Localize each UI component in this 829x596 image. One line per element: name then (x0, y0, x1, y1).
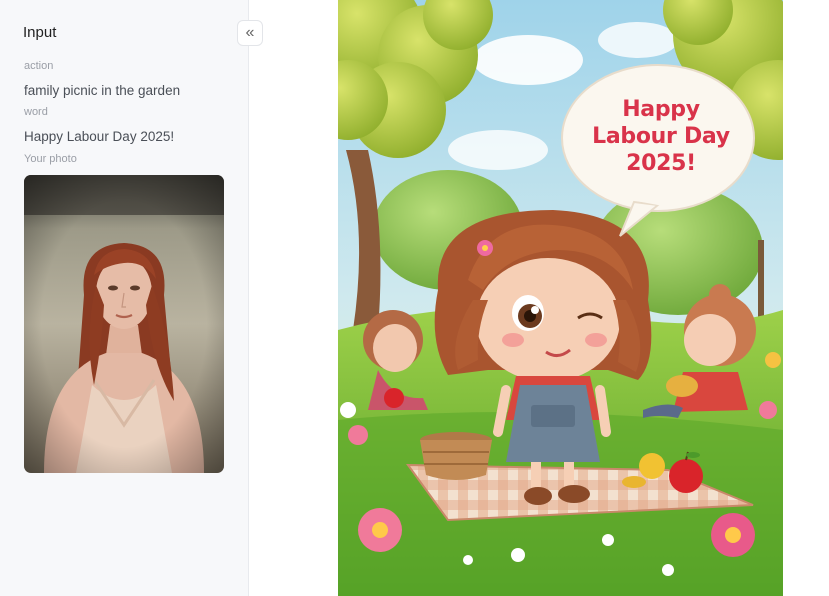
action-value: family picnic in the garden (24, 83, 181, 98)
bubble-line-1: Happy (622, 97, 700, 122)
input-sidebar: Input action family picnic in the garden… (0, 0, 249, 596)
bubble-line-2: Labour Day (592, 124, 730, 149)
word-value: Happy Labour Day 2025! (24, 129, 175, 144)
double-chevron-left-icon: « (245, 24, 255, 41)
panel-title: Input (23, 24, 57, 41)
user-photo[interactable] (24, 175, 224, 473)
word-label: word (24, 106, 48, 118)
photo-label: Your photo (24, 153, 77, 165)
generated-image[interactable] (338, 0, 783, 596)
speech-bubble-text: Happy Labour Day 2025! (570, 96, 752, 177)
bubble-line-3: 2025! (626, 151, 696, 176)
collapse-sidebar-button[interactable]: « (237, 20, 263, 46)
action-label: action (24, 60, 54, 72)
